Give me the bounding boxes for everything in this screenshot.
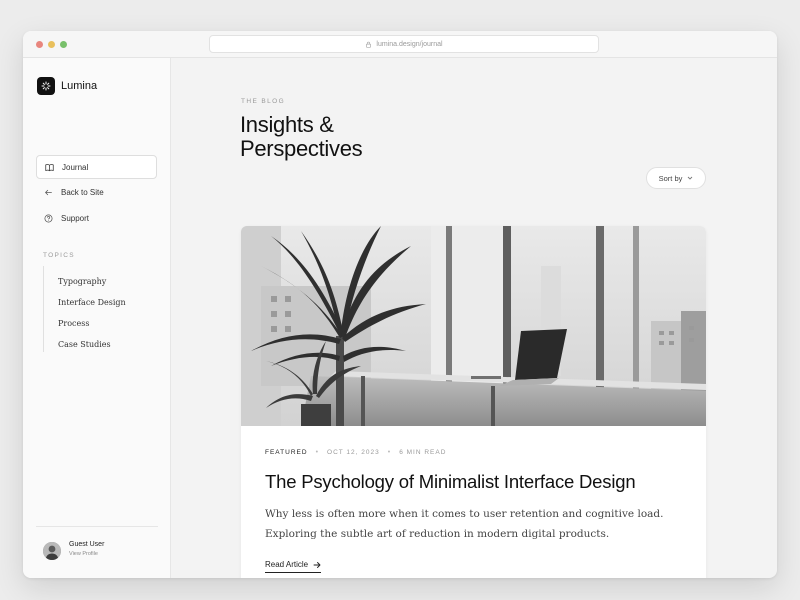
topic-typography[interactable]: Typography [58,277,106,286]
article-meta: FEATURED • OCT 12, 2023 • 6 MIN READ [265,449,446,456]
featured-article-card[interactable]: FEATURED • OCT 12, 2023 • 6 MIN READ The… [241,226,706,578]
divider [36,526,158,527]
sidebar-item-label: Support [61,213,90,223]
sidebar-item-back-to-site[interactable]: Back to Site [36,180,157,204]
view-profile-link[interactable]: View Profile [69,551,98,557]
sort-label: Sort by [658,173,683,183]
address-bar[interactable]: lumina.design/journal [209,35,599,53]
page-eyebrow: THE BLOG [241,98,286,105]
sidebar-item-label: Back to Site [61,187,104,197]
profile-name[interactable]: Guest User [69,541,104,548]
sidebar-item-journal[interactable]: Journal [36,155,157,179]
minimize-window-button[interactable] [48,41,55,48]
sparkle-icon [37,77,55,95]
article-excerpt: Why less is often more when it comes to … [265,508,664,540]
topics-list: Typography Interface Design Process Case… [43,266,153,352]
avatar[interactable] [43,542,61,560]
arrow-right-icon [313,561,321,568]
article-hero-image [241,226,706,426]
meta-separator: • [315,449,320,456]
browser-titlebar: lumina.design/journal [23,31,777,58]
sort-dropdown[interactable]: Sort by [646,167,706,189]
topics-heading: TOPICS [43,252,75,259]
topic-case-studies[interactable]: Case Studies [58,340,111,349]
article-read-time: 6 MIN READ [399,449,447,456]
read-article-link[interactable]: Read Article [265,560,322,573]
url-text: lumina.design/journal [376,40,443,48]
main-content: THE BLOG Insights & Perspectives Sort by [172,58,777,578]
sidebar-item-support[interactable]: Support [36,206,157,230]
meta-separator: • [387,449,392,456]
brand-name: Lumina [61,80,98,92]
article-date: OCT 12, 2023 [327,449,380,456]
read-article-label: Read Article [265,560,309,569]
chevron-down-icon [688,176,693,180]
featured-badge: FEATURED [265,449,308,456]
arrow-left-icon [45,189,52,195]
browser-window: lumina.design/journal Lumina Journal Bac… [23,31,777,578]
sidebar: Lumina Journal Back to Site Support TOPI… [23,58,171,578]
topic-process[interactable]: Process [58,319,89,328]
topic-interface-design[interactable]: Interface Design [58,298,126,307]
close-window-button[interactable] [36,41,43,48]
book-open-icon [45,163,54,171]
maximize-window-button[interactable] [60,41,67,48]
article-title[interactable]: The Psychology of Minimalist Interface D… [265,471,636,493]
help-circle-icon [44,214,53,222]
brand[interactable]: Lumina [37,77,97,95]
lock-icon [366,41,372,48]
sidebar-item-label: Journal [62,162,89,172]
page-title: Insights & Perspectives [240,112,363,161]
